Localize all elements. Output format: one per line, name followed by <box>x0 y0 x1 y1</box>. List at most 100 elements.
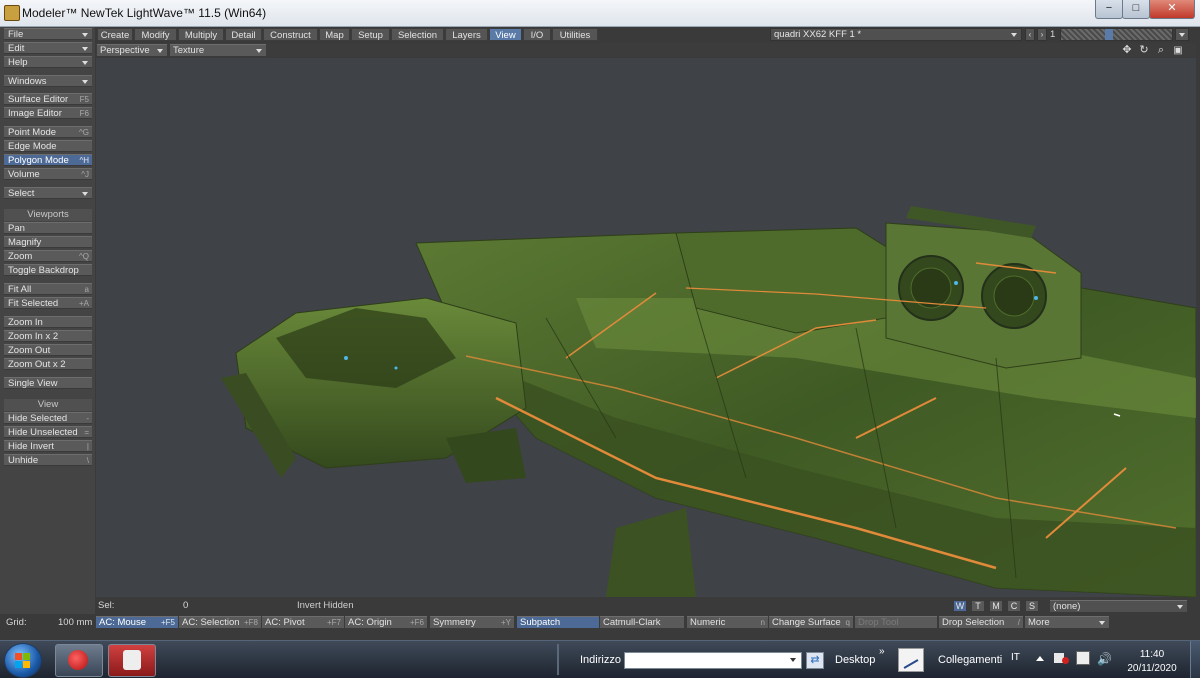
wireframe-toggle[interactable]: W <box>953 600 967 612</box>
perspective-viewport[interactable] <box>96 58 1196 597</box>
zoom-in-x2-button[interactable]: Zoom In x 2 <box>4 330 92 342</box>
edge-mode-button[interactable]: Edge Mode <box>4 140 92 152</box>
next-layer-button[interactable]: › <box>1037 28 1047 41</box>
polygon-mode-button[interactable]: Polygon Mode ^H <box>4 154 92 166</box>
fit-selected-button[interactable]: Fit Selected +A <box>4 297 92 309</box>
start-button[interactable] <box>4 643 42 678</box>
maximize-button[interactable]: □ <box>1122 0 1150 19</box>
zoom-button[interactable]: Zoom ^Q <box>4 250 92 262</box>
tab-multiply[interactable]: Multiply <box>178 28 224 41</box>
minimize-button[interactable]: − <box>1095 0 1123 19</box>
tab-selection[interactable]: Selection <box>391 28 444 41</box>
chevron-down-icon <box>82 61 88 65</box>
pan-button[interactable]: Pan <box>4 222 92 234</box>
zoom-in-button[interactable]: Zoom In <box>4 316 92 328</box>
layer-bank[interactable] <box>1060 28 1173 41</box>
windows-logo-icon <box>15 661 22 668</box>
tab-map[interactable]: Map <box>319 28 350 41</box>
hide-selected-button[interactable]: Hide Selected - <box>4 412 92 424</box>
tab-view[interactable]: View <box>489 28 522 41</box>
ac-origin-button[interactable]: AC: Origin +F6 <box>345 616 427 629</box>
address-input[interactable] <box>624 652 802 669</box>
warning-badge-icon <box>1062 657 1069 664</box>
layer-bank-menu[interactable] <box>1175 28 1189 41</box>
symmetry-button[interactable]: Symmetry +Y <box>430 616 514 629</box>
volume-mode-button[interactable]: Volume ^J <box>4 168 92 180</box>
tab-utilities[interactable]: Utilities <box>552 28 598 41</box>
single-view-button[interactable]: Single View <box>4 377 92 389</box>
show-hidden-icons-icon[interactable] <box>1036 656 1044 661</box>
fit-all-button[interactable]: Fit All a <box>4 283 92 295</box>
chevron-down-icon[interactable] <box>790 658 796 662</box>
hide-unselected-button[interactable]: Hide Unselected = <box>4 426 92 438</box>
volume-icon[interactable]: 🔊 <box>1097 652 1112 666</box>
chevron-double-right-icon[interactable]: » <box>879 646 885 657</box>
color-toggle[interactable]: C <box>1007 600 1021 612</box>
magnify-button[interactable]: Magnify <box>4 236 92 248</box>
windows-taskbar: Indirizzo ⇄ Desktop » Collegamenti IT 🔊 … <box>0 640 1200 678</box>
ac-selection-button[interactable]: AC: Selection +F8 <box>179 616 261 629</box>
invert-hidden-label[interactable]: Invert Hidden <box>297 600 354 612</box>
toggle-backdrop-button[interactable]: Toggle Backdrop <box>4 264 92 276</box>
taskbar-app-layout[interactable] <box>55 644 103 677</box>
morph-toggle[interactable]: M <box>989 600 1003 612</box>
surface-toggle[interactable]: S <box>1025 600 1039 612</box>
surface-select[interactable]: (none) <box>1050 600 1187 613</box>
close-button[interactable]: ✕ <box>1149 0 1195 19</box>
show-desktop-button[interactable] <box>1190 641 1200 678</box>
notepad-icon[interactable] <box>898 648 924 672</box>
ac-pivot-button[interactable]: AC: Pivot +F7 <box>262 616 344 629</box>
network-icon[interactable] <box>1076 651 1090 665</box>
maximize-viewport-icon[interactable]: ▣ <box>1171 44 1185 57</box>
windows-logo-icon <box>15 653 22 660</box>
change-surface-button[interactable]: Change Surface q <box>769 616 853 629</box>
subpatch-type-select[interactable]: Catmull-Clark <box>600 616 684 629</box>
point-mode-button[interactable]: Point Mode ^G <box>4 126 92 138</box>
active-layer[interactable] <box>1105 29 1113 40</box>
drop-selection-button[interactable]: Drop Selection / <box>939 616 1023 629</box>
tab-construct[interactable]: Construct <box>263 28 318 41</box>
prev-layer-button[interactable]: ‹ <box>1025 28 1035 41</box>
desktop-toolbar-label[interactable]: Desktop <box>835 654 875 666</box>
view-mode-select[interactable]: Perspective <box>97 44 167 57</box>
drop-tool-button[interactable]: Drop Tool <box>855 616 937 629</box>
tab-layers[interactable]: Layers <box>445 28 488 41</box>
image-editor-button[interactable]: Image Editor F6 <box>4 107 92 119</box>
select-menu[interactable]: Select <box>4 187 92 199</box>
rotate-view-icon[interactable]: ↻ <box>1137 44 1151 57</box>
tab-create[interactable]: Create <box>97 28 133 41</box>
hide-invert-button[interactable]: Hide Invert | <box>4 440 92 452</box>
render-mode-select[interactable]: Texture <box>170 44 266 57</box>
tab-io[interactable]: I/O <box>523 28 551 41</box>
ac-mouse-button[interactable]: AC: Mouse +F5 <box>96 616 178 629</box>
edit-menu[interactable]: Edit <box>4 42 92 54</box>
clock-time[interactable]: 11:40 <box>1127 649 1177 660</box>
tab-setup[interactable]: Setup <box>351 28 390 41</box>
windows-menu[interactable]: Windows <box>4 75 92 87</box>
grid-value: 100 mm <box>58 617 93 628</box>
surface-editor-button[interactable]: Surface Editor F5 <box>4 93 92 105</box>
clock-date[interactable]: 20/11/2020 <box>1122 663 1182 674</box>
more-menu[interactable]: More <box>1025 616 1109 629</box>
object-select[interactable]: quadri XX62 KFF 1 * <box>770 28 1022 41</box>
links-toolbar-label[interactable]: Collegamenti <box>938 654 1002 666</box>
go-arrow-icon[interactable]: ⇄ <box>806 652 824 669</box>
move-view-icon[interactable]: ✥ <box>1120 44 1134 57</box>
help-menu[interactable]: Help <box>4 56 92 68</box>
view-header: View <box>4 399 92 411</box>
unhide-button[interactable]: Unhide \ <box>4 454 92 466</box>
file-menu[interactable]: File <box>4 28 92 40</box>
taskbar-app-modeler[interactable] <box>108 644 156 677</box>
zoom-out-x2-button[interactable]: Zoom Out x 2 <box>4 358 92 370</box>
chevron-down-icon <box>82 33 88 37</box>
zoom-out-button[interactable]: Zoom Out <box>4 344 92 356</box>
texture-toggle[interactable]: T <box>971 600 985 612</box>
numeric-button[interactable]: Numeric n <box>687 616 768 629</box>
tab-detail[interactable]: Detail <box>225 28 262 41</box>
windows-logo-icon <box>23 661 30 668</box>
lightwave-app-icon[interactable] <box>4 5 20 21</box>
language-indicator[interactable]: IT <box>1011 652 1020 663</box>
zoom-view-icon[interactable]: ⌕ <box>1154 44 1168 57</box>
tab-modify[interactable]: Modify <box>134 28 177 41</box>
subpatch-button[interactable]: Subpatch <box>517 616 599 629</box>
